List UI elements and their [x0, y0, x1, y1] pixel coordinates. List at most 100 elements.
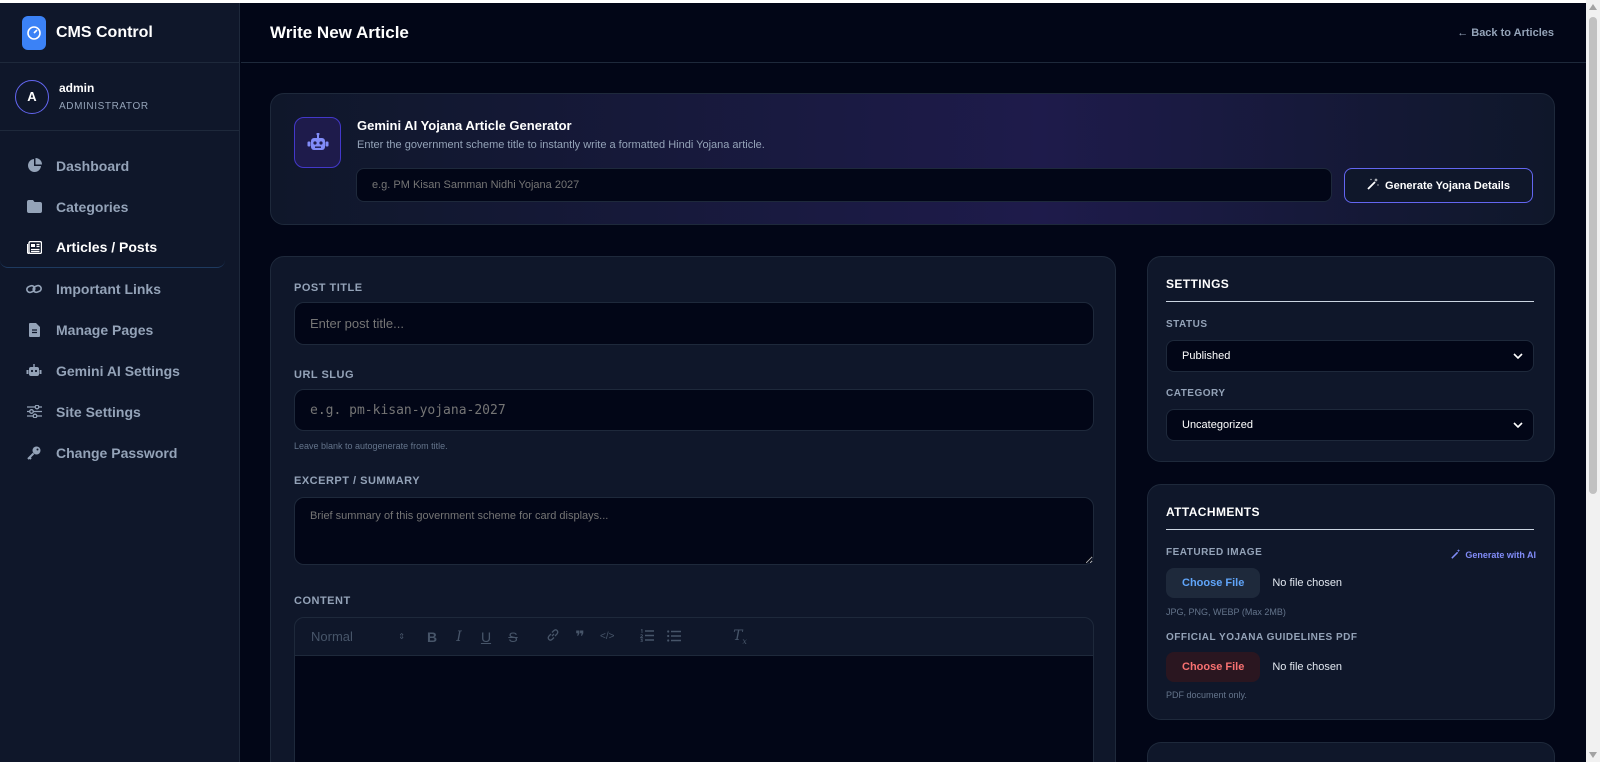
featured-image-hint: JPG, PNG, WEBP (Max 2MB): [1166, 607, 1286, 617]
settings-title: SETTINGS: [1166, 277, 1230, 291]
status-label: STATUS: [1166, 319, 1208, 330]
chevron-down-icon: [1513, 419, 1523, 431]
magic-wand-icon: [1367, 178, 1380, 193]
sidebar-item-categories[interactable]: Categories: [0, 186, 225, 227]
sidebar-nav: Dashboard Categories Articles / Posts Im…: [0, 131, 239, 473]
sidebar-item-label: Dashboard: [56, 157, 130, 174]
topbar: Write New Article ← Back to Articles: [241, 3, 1586, 63]
page-title: Write New Article: [270, 22, 409, 42]
url-slug-label: URL SLUG: [294, 369, 355, 381]
sidebar-item-label: Categories: [56, 198, 129, 215]
pdf-hint: PDF document only.: [1166, 690, 1247, 700]
sidebar-item-label: Manage Pages: [56, 321, 154, 338]
additional-card: [1147, 742, 1555, 762]
link-icon: [25, 280, 43, 298]
newspaper-icon: [25, 238, 43, 256]
sidebar-item-label: Gemini AI Settings: [56, 362, 180, 379]
user-name: admin: [59, 81, 95, 95]
generate-yojana-label: Generate Yojana Details: [1385, 179, 1510, 192]
code-icon[interactable]: </>: [600, 631, 614, 642]
file-icon: [25, 321, 43, 339]
status-select[interactable]: Published: [1166, 340, 1534, 372]
content-editor[interactable]: [294, 656, 1094, 762]
format-select[interactable]: Normal ⇕: [311, 629, 405, 644]
featured-image-choose-file-button[interactable]: Choose File: [1166, 568, 1261, 598]
category-label: CATEGORY: [1166, 388, 1226, 399]
ai-generator-card: Gemini AI Yojana Article Generator Enter…: [270, 93, 1555, 225]
arrow-left-icon: ←: [1457, 26, 1469, 39]
back-to-articles-link[interactable]: ← Back to Articles: [1457, 27, 1554, 39]
scheme-title-input[interactable]: [356, 168, 1332, 202]
sidebar-item-label: Important Links: [56, 280, 162, 297]
sidebar-item-change-password[interactable]: Change Password: [0, 432, 225, 473]
sidebar-item-label: Articles / Posts: [56, 239, 158, 255]
page-scrollbar[interactable]: [1586, 0, 1600, 762]
back-link-label: Back to Articles: [1471, 26, 1554, 39]
user-role: ADMINISTRATOR: [59, 101, 149, 112]
generate-with-ai-label: Generate with AI: [1465, 550, 1536, 560]
gauge-icon: [22, 15, 46, 50]
strikethrough-icon[interactable]: S: [506, 629, 520, 645]
avatar: A: [15, 79, 49, 114]
blockquote-icon[interactable]: ❞: [573, 627, 587, 647]
ordered-list-icon[interactable]: [639, 628, 654, 645]
excerpt-label: EXCERPT / SUMMARY: [294, 475, 421, 487]
bold-icon[interactable]: B: [425, 629, 439, 645]
underline-icon[interactable]: U: [479, 629, 493, 645]
brand[interactable]: CMS Control: [0, 3, 239, 63]
attachments-card: ATTACHMENTS FEATURED IMAGE Generate with…: [1147, 484, 1555, 720]
format-select-value: Normal: [311, 629, 353, 644]
settings-card: SETTINGS STATUS Published CATEGORY Uncat…: [1147, 256, 1555, 462]
attachments-divider: [1166, 529, 1534, 530]
url-slug-input[interactable]: [294, 389, 1094, 431]
article-form-card: POST TITLE URL SLUG Leave blank to autog…: [270, 256, 1116, 762]
italic-icon[interactable]: I: [452, 629, 466, 645]
sliders-icon: [25, 403, 43, 421]
excerpt-textarea[interactable]: [294, 497, 1094, 565]
sidebar-item-important-links[interactable]: Important Links: [0, 268, 225, 309]
post-title-label: POST TITLE: [294, 282, 363, 294]
category-select[interactable]: Uncategorized: [1166, 409, 1534, 441]
featured-image-file-row: Choose File No file chosen: [1166, 568, 1342, 598]
scroll-down-icon[interactable]: [1589, 752, 1597, 758]
url-slug-hint: Leave blank to autogenerate from title.: [294, 441, 448, 451]
pdf-file-row: Choose File No file chosen: [1166, 652, 1342, 682]
status-select-value: Published: [1182, 350, 1231, 362]
ai-generator-title: Gemini AI Yojana Article Generator: [357, 118, 572, 133]
generate-with-ai-link[interactable]: Generate with AI: [1451, 549, 1536, 561]
sidebar-item-articles[interactable]: Articles / Posts: [0, 227, 225, 268]
scroll-thumb[interactable]: [1589, 17, 1597, 494]
clear-format-icon[interactable]: Tx: [733, 628, 747, 646]
folder-icon: [25, 198, 43, 216]
featured-image-label: FEATURED IMAGE: [1166, 547, 1263, 558]
featured-image-file-status: No file chosen: [1272, 577, 1343, 589]
attachments-title: ATTACHMENTS: [1166, 505, 1260, 519]
content-label: CONTENT: [294, 595, 351, 607]
pdf-choose-file-button[interactable]: Choose File: [1166, 652, 1261, 682]
user-profile: A admin ADMINISTRATOR: [0, 63, 239, 131]
chevron-down-icon: [1513, 350, 1523, 362]
pdf-label: OFFICIAL YOJANA GUIDELINES PDF: [1166, 632, 1358, 643]
generate-yojana-button[interactable]: Generate Yojana Details: [1344, 168, 1533, 203]
category-select-value: Uncategorized: [1182, 419, 1253, 431]
editor-toolbar: Normal ⇕ B I U S ❞ </> Tx: [294, 617, 1094, 656]
post-title-input[interactable]: [294, 302, 1094, 345]
magic-wand-icon: [1451, 549, 1461, 561]
pdf-file-status: No file chosen: [1272, 661, 1343, 673]
bullet-list-icon[interactable]: [667, 629, 681, 645]
robot-icon: [294, 117, 341, 168]
ai-generator-description: Enter the government scheme title to ins…: [357, 139, 765, 151]
sidebar-item-gemini-ai-settings[interactable]: Gemini AI Settings: [0, 350, 225, 391]
sidebar-item-dashboard[interactable]: Dashboard: [0, 145, 225, 186]
key-icon: [25, 444, 43, 462]
sidebar-item-label: Change Password: [56, 444, 178, 461]
settings-divider: [1166, 301, 1534, 302]
link-icon[interactable]: [546, 628, 560, 645]
pie-chart-icon: [25, 157, 43, 175]
sidebar-item-site-settings[interactable]: Site Settings: [0, 391, 225, 432]
brand-name: CMS Control: [56, 23, 153, 41]
scroll-up-icon[interactable]: [1589, 4, 1597, 10]
sidebar-item-manage-pages[interactable]: Manage Pages: [0, 309, 225, 350]
robot-icon: [25, 362, 43, 380]
sidebar-item-label: Site Settings: [56, 403, 141, 420]
